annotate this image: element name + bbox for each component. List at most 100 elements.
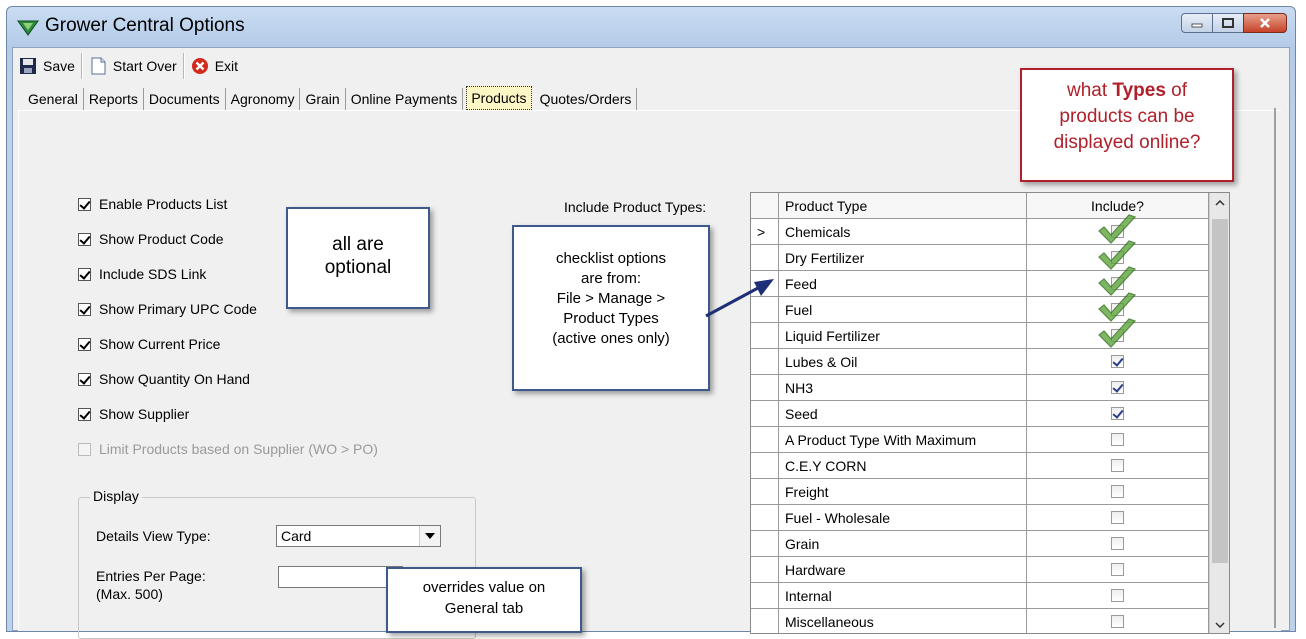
- start-over-button[interactable]: Start Over: [83, 51, 183, 81]
- option-row[interactable]: Show Current Price: [78, 336, 220, 352]
- tab-products[interactable]: Products: [466, 86, 532, 110]
- include-cell[interactable]: [1027, 557, 1209, 583]
- row-header[interactable]: [751, 401, 779, 427]
- table-row[interactable]: Miscellaneous: [751, 609, 1209, 633]
- tab-agronomy[interactable]: Agronomy: [226, 88, 301, 110]
- option-row[interactable]: Show Product Code: [78, 231, 224, 247]
- include-checkbox[interactable]: [1111, 381, 1124, 394]
- product-type-cell[interactable]: Freight: [779, 479, 1027, 505]
- grid-vertical-scrollbar[interactable]: [1209, 193, 1229, 633]
- product-type-cell[interactable]: NH3: [779, 375, 1027, 401]
- include-checkbox[interactable]: [1111, 485, 1124, 498]
- tab-general[interactable]: General: [28, 88, 84, 110]
- row-header[interactable]: [751, 349, 779, 375]
- column-header-product-type[interactable]: Product Type: [779, 193, 1027, 219]
- table-row[interactable]: Fuel - Wholesale: [751, 505, 1209, 531]
- row-header[interactable]: >: [751, 219, 779, 245]
- product-type-cell[interactable]: A Product Type With Maximum: [779, 427, 1027, 453]
- table-row[interactable]: Grain: [751, 531, 1209, 557]
- table-row[interactable]: Freight: [751, 479, 1209, 505]
- tab-documents[interactable]: Documents: [144, 88, 226, 110]
- row-header[interactable]: [751, 245, 779, 271]
- include-checkbox[interactable]: [1111, 407, 1124, 420]
- product-type-cell[interactable]: C.E.Y CORN: [779, 453, 1027, 479]
- product-type-cell[interactable]: Chemicals: [779, 219, 1027, 245]
- exit-button[interactable]: Exit: [185, 51, 244, 81]
- row-header[interactable]: [751, 375, 779, 401]
- include-cell[interactable]: [1027, 531, 1209, 557]
- include-cell[interactable]: [1027, 453, 1209, 479]
- table-row[interactable]: > Chemicals: [751, 214, 1209, 245]
- include-checkbox[interactable]: [1111, 615, 1124, 628]
- table-row[interactable]: NH3: [751, 375, 1209, 401]
- product-type-cell[interactable]: Grain: [779, 531, 1027, 557]
- row-header[interactable]: [751, 427, 779, 453]
- table-row[interactable]: Internal: [751, 583, 1209, 609]
- option-checkbox[interactable]: [78, 337, 91, 351]
- include-checkbox[interactable]: [1111, 589, 1124, 602]
- row-header[interactable]: [751, 609, 779, 633]
- table-row[interactable]: Dry Fertilizer: [751, 240, 1209, 271]
- table-row[interactable]: Fuel: [751, 292, 1209, 323]
- product-type-cell[interactable]: Dry Fertilizer: [779, 245, 1027, 271]
- option-row[interactable]: Show Supplier: [78, 406, 189, 422]
- include-checkbox[interactable]: [1111, 537, 1124, 550]
- option-checkbox[interactable]: [78, 372, 91, 386]
- option-checkbox[interactable]: [78, 302, 91, 316]
- option-checkbox[interactable]: [78, 267, 91, 281]
- option-checkbox[interactable]: [78, 232, 91, 246]
- product-type-cell[interactable]: Fuel: [779, 297, 1027, 323]
- scroll-up-button[interactable]: [1210, 193, 1229, 213]
- table-row[interactable]: Seed: [751, 401, 1209, 427]
- product-types-grid[interactable]: Product Type Include? > Chemicals Dry Fert…: [750, 192, 1230, 634]
- tab-online-payments[interactable]: Online Payments: [346, 88, 464, 110]
- option-row[interactable]: Enable Products List: [78, 196, 227, 212]
- include-checkbox[interactable]: [1111, 563, 1124, 576]
- product-type-cell[interactable]: Lubes & Oil: [779, 349, 1027, 375]
- include-cell[interactable]: [1027, 375, 1209, 401]
- table-row[interactable]: Lubes & Oil: [751, 349, 1209, 375]
- include-checkbox[interactable]: [1111, 511, 1124, 524]
- row-header[interactable]: [751, 557, 779, 583]
- dropdown-arrow-button[interactable]: [419, 526, 440, 546]
- scroll-down-button[interactable]: [1210, 615, 1229, 633]
- product-type-cell[interactable]: Internal: [779, 583, 1027, 609]
- include-cell[interactable]: [1027, 318, 1209, 349]
- option-row[interactable]: Include SDS Link: [78, 266, 206, 282]
- include-checkbox[interactable]: [1111, 459, 1124, 472]
- row-header[interactable]: [751, 479, 779, 505]
- include-checkbox[interactable]: [1111, 433, 1124, 446]
- product-type-cell[interactable]: Liquid Fertilizer: [779, 323, 1027, 349]
- include-cell[interactable]: [1027, 401, 1209, 427]
- include-cell[interactable]: [1027, 479, 1209, 505]
- product-type-cell[interactable]: Seed: [779, 401, 1027, 427]
- scrollbar-thumb[interactable]: [1212, 219, 1228, 563]
- option-row[interactable]: Show Quantity On Hand: [78, 371, 250, 387]
- row-header[interactable]: [751, 453, 779, 479]
- save-button[interactable]: Save: [13, 51, 81, 81]
- product-type-cell[interactable]: Miscellaneous: [779, 609, 1027, 633]
- include-cell[interactable]: [1027, 427, 1209, 453]
- include-checkbox[interactable]: [1111, 355, 1124, 368]
- include-cell[interactable]: [1027, 349, 1209, 375]
- option-checkbox[interactable]: [78, 407, 91, 421]
- table-row[interactable]: Hardware: [751, 557, 1209, 583]
- row-header[interactable]: [751, 531, 779, 557]
- close-button[interactable]: [1243, 13, 1287, 33]
- row-header[interactable]: [751, 505, 779, 531]
- table-row[interactable]: A Product Type With Maximum: [751, 427, 1209, 453]
- table-row[interactable]: Liquid Fertilizer: [751, 318, 1209, 349]
- tab-quotes-orders[interactable]: Quotes/Orders: [535, 88, 638, 110]
- include-cell[interactable]: [1027, 505, 1209, 531]
- row-header[interactable]: [751, 583, 779, 609]
- details-view-type-select[interactable]: Card: [276, 525, 441, 547]
- table-row[interactable]: Feed: [751, 266, 1209, 297]
- entries-per-page-input[interactable]: [278, 566, 403, 588]
- tab-grain[interactable]: Grain: [300, 88, 346, 110]
- include-cell[interactable]: [1027, 583, 1209, 609]
- option-checkbox[interactable]: [78, 197, 91, 211]
- product-type-cell[interactable]: Fuel - Wholesale: [779, 505, 1027, 531]
- maximize-button[interactable]: [1212, 13, 1244, 33]
- table-row[interactable]: C.E.Y CORN: [751, 453, 1209, 479]
- minimize-button[interactable]: [1181, 13, 1213, 33]
